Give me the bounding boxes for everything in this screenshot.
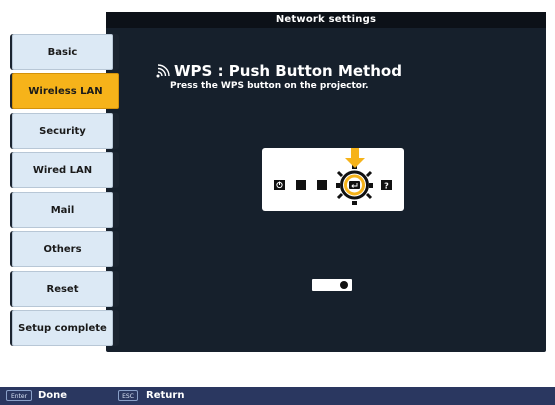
sidebar-item-mail[interactable]: Mail xyxy=(10,192,119,228)
page-title: WPS : Push Button Method xyxy=(156,62,402,80)
sidebar-item-security[interactable]: Security xyxy=(10,113,119,149)
panel-button-icon xyxy=(296,180,306,190)
sidebar-item-label: Others xyxy=(12,231,113,267)
svg-text:?: ? xyxy=(384,181,389,190)
sidebar-item-others[interactable]: Others xyxy=(10,231,119,267)
return-action[interactable]: Return xyxy=(146,390,184,402)
done-action[interactable]: Done xyxy=(38,390,67,402)
sidebar-item-wired-lan[interactable]: Wired LAN xyxy=(10,152,119,188)
footer-bar: Enter Done ESC Return xyxy=(0,387,555,405)
sidebar-item-wireless-lan[interactable]: Wireless LAN xyxy=(10,73,119,109)
page-title-text: WPS : Push Button Method xyxy=(174,62,402,80)
sidebar-item-label: Mail xyxy=(12,192,113,228)
power-icon xyxy=(274,180,285,190)
sidebar-item-reset[interactable]: Reset xyxy=(10,271,119,307)
sidebar-item-label: Security xyxy=(12,113,113,149)
sidebar-item-label: Wired LAN xyxy=(12,152,113,188)
window-title: Network settings xyxy=(106,12,546,28)
sidebar-item-label: Setup complete xyxy=(12,310,113,346)
wireless-icon xyxy=(156,64,170,78)
sidebar-item-basic[interactable]: Basic xyxy=(10,34,119,70)
help-icon: ? xyxy=(381,180,392,190)
esc-key-icon: ESC xyxy=(118,390,138,401)
panel-button-icon xyxy=(317,180,327,190)
projector-control-panel-illustration: ? xyxy=(262,148,404,211)
enter-key-icon: Enter xyxy=(6,390,32,401)
sidebar-item-label: Wireless LAN xyxy=(12,73,119,109)
remote-control-icon xyxy=(312,279,352,291)
sidebar-item-setup-complete[interactable]: Setup complete xyxy=(10,310,119,346)
sidebar-item-label: Basic xyxy=(12,34,113,70)
instruction-text: Press the WPS button on the projector. xyxy=(170,81,369,91)
sidebar-item-label: Reset xyxy=(12,271,113,307)
arrow-down-icon xyxy=(345,148,365,168)
wps-button-highlight-icon xyxy=(344,174,365,196)
